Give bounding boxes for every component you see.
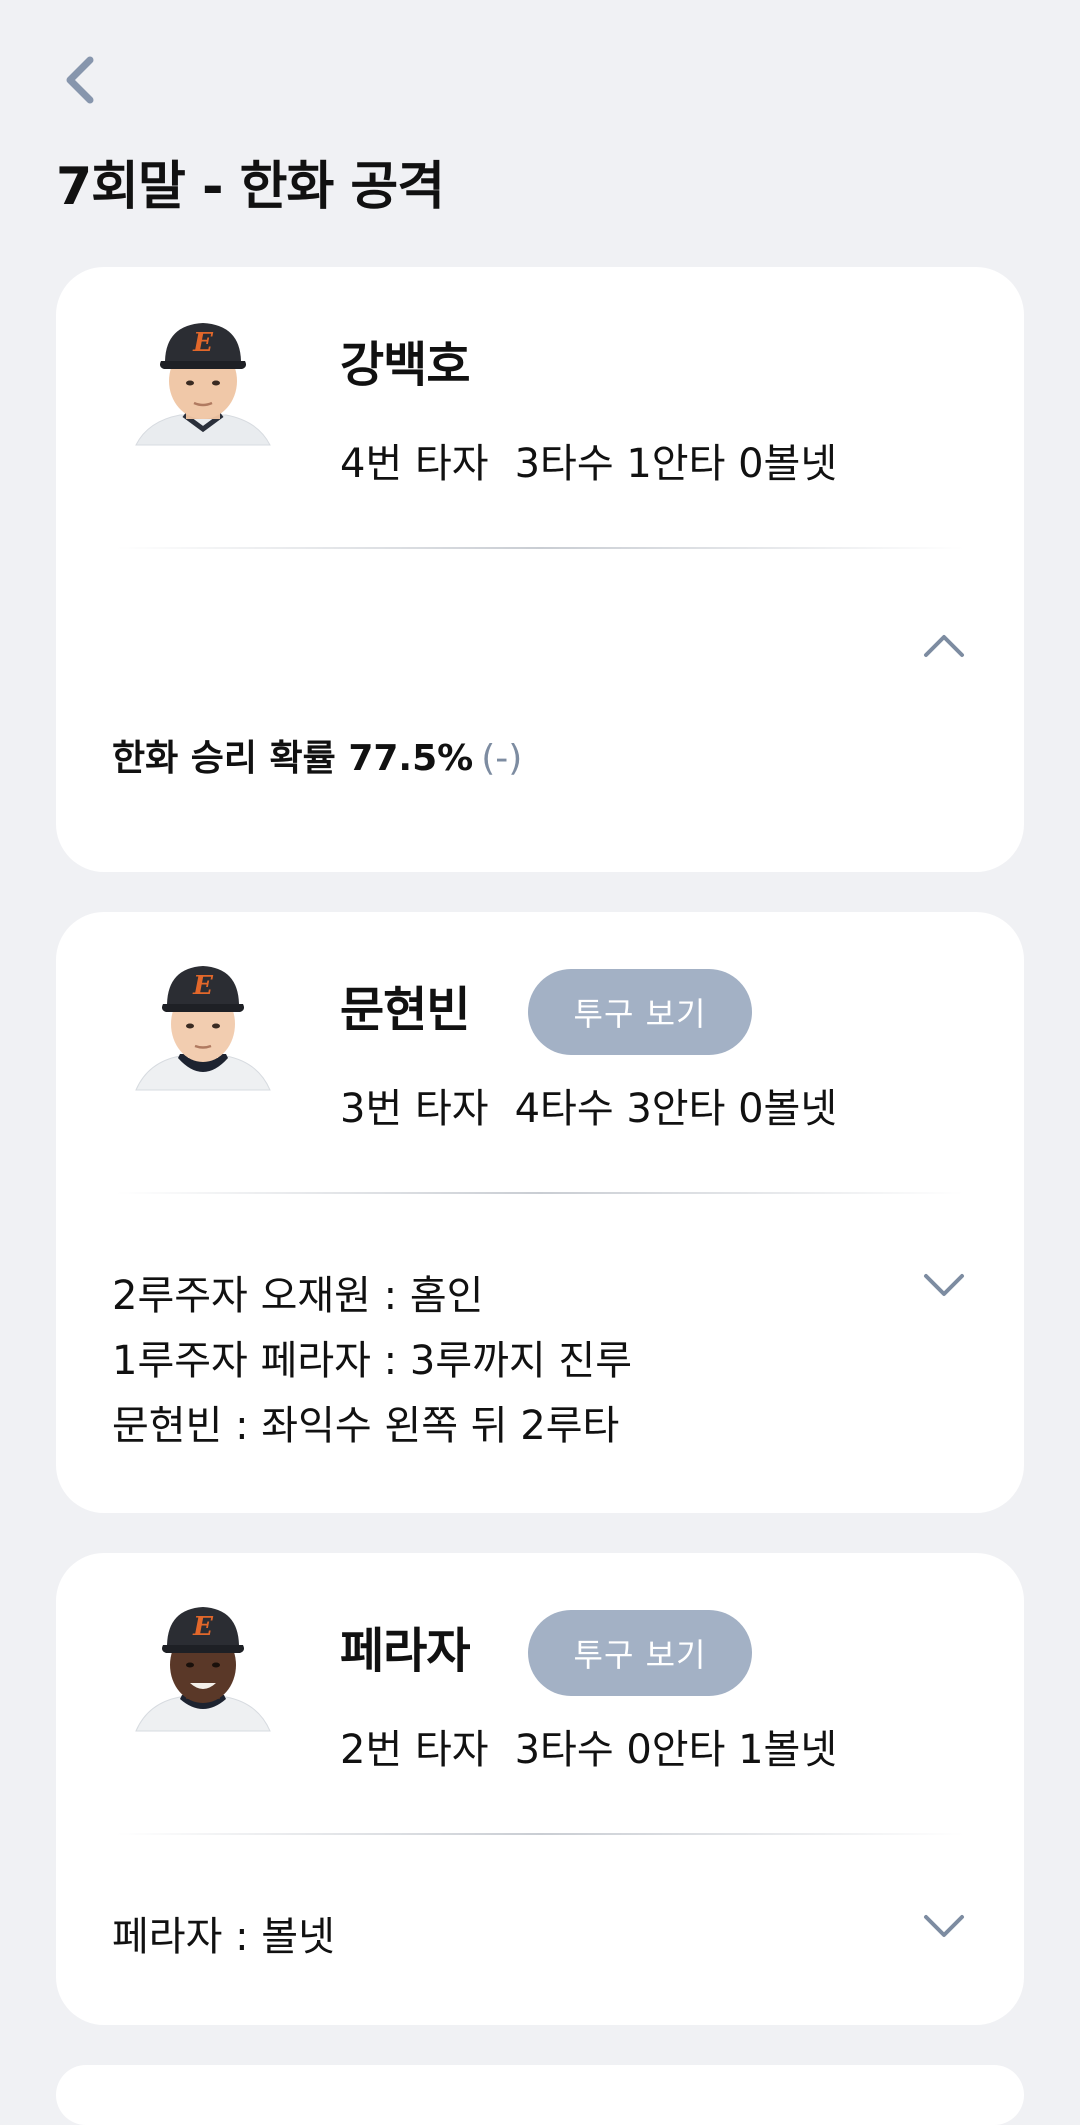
chevron-down-icon — [924, 1915, 964, 1937]
play-event: 문현빈 : 좌익수 왼쪽 뒤 2루타 — [112, 1403, 620, 1449]
batter-summary: 2번 타자 3타수 0안타 1볼넷 — [340, 1717, 837, 1775]
batter-stats: 3타수 0안타 1볼넷 — [514, 1727, 838, 1773]
expand-button[interactable] — [920, 1905, 968, 1945]
at-bat-card: E 페라자 투구 보기 2번 타자 3타수 0안타 1볼넷 페라자 : 볼넷 — [56, 1553, 1024, 2025]
play-events: 페라자 : 볼넷 — [112, 1905, 335, 1970]
back-button[interactable] — [56, 52, 104, 108]
player-name: 페라자 — [340, 1623, 470, 1679]
batter-summary: 3번 타자 4타수 3안타 0볼넷 — [340, 1076, 837, 1134]
player-name: 강백호 — [340, 337, 470, 393]
at-bat-card — [56, 2065, 1024, 2125]
view-pitches-button[interactable]: 투구 보기 — [528, 969, 752, 1055]
player-avatar: E — [128, 317, 278, 447]
player-avatar: E — [128, 1603, 278, 1733]
at-bat-card: E 문현빈 투구 보기 3번 타자 4타수 3안타 0볼넷 2루주자 오재원 : … — [56, 912, 1024, 1513]
player-name: 문현빈 — [340, 982, 470, 1038]
batter-summary: 4번 타자 3타수 1안타 0볼넷 — [340, 431, 837, 489]
batting-order: 2번 타자 — [340, 1727, 489, 1773]
divider — [116, 1192, 964, 1194]
expand-button[interactable] — [920, 1264, 968, 1304]
batting-order: 3번 타자 — [340, 1086, 489, 1132]
win-probability: 한화 승리 확률 77.5% (-) — [112, 729, 522, 781]
at-bat-card: E 강백호 4번 타자 3타수 1안타 0볼넷 한화 승리 확률 77.5% (-) — [56, 267, 1024, 872]
play-event: 페라자 : 볼넷 — [112, 1914, 335, 1960]
batter-stats: 4타수 3안타 0볼넷 — [514, 1086, 838, 1132]
chevron-up-icon — [924, 635, 964, 657]
win-probability-delta: (-) — [481, 738, 523, 779]
play-event: 1루주자 페라자 : 3루까지 진루 — [112, 1338, 633, 1384]
batter-stats: 3타수 1안타 0볼넷 — [514, 441, 838, 487]
batting-order: 4번 타자 — [340, 441, 489, 487]
svg-text:E: E — [192, 971, 214, 1001]
chevron-left-icon — [66, 56, 94, 104]
svg-text:E: E — [192, 328, 214, 358]
view-pitches-button[interactable]: 투구 보기 — [528, 1610, 752, 1696]
svg-text:E: E — [192, 1612, 214, 1642]
collapse-button[interactable] — [920, 625, 968, 665]
play-event: 2루주자 오재원 : 홈인 — [112, 1273, 484, 1319]
divider — [116, 1833, 964, 1835]
chevron-down-icon — [924, 1274, 964, 1296]
play-events: 2루주자 오재원 : 홈인 1루주자 페라자 : 3루까지 진루 문현빈 : 좌… — [112, 1264, 632, 1459]
divider — [116, 547, 964, 549]
win-probability-text: 한화 승리 확률 77.5% — [112, 738, 474, 779]
page-title: 7회말 - 한화 공격 — [56, 157, 445, 217]
player-avatar: E — [128, 962, 278, 1092]
